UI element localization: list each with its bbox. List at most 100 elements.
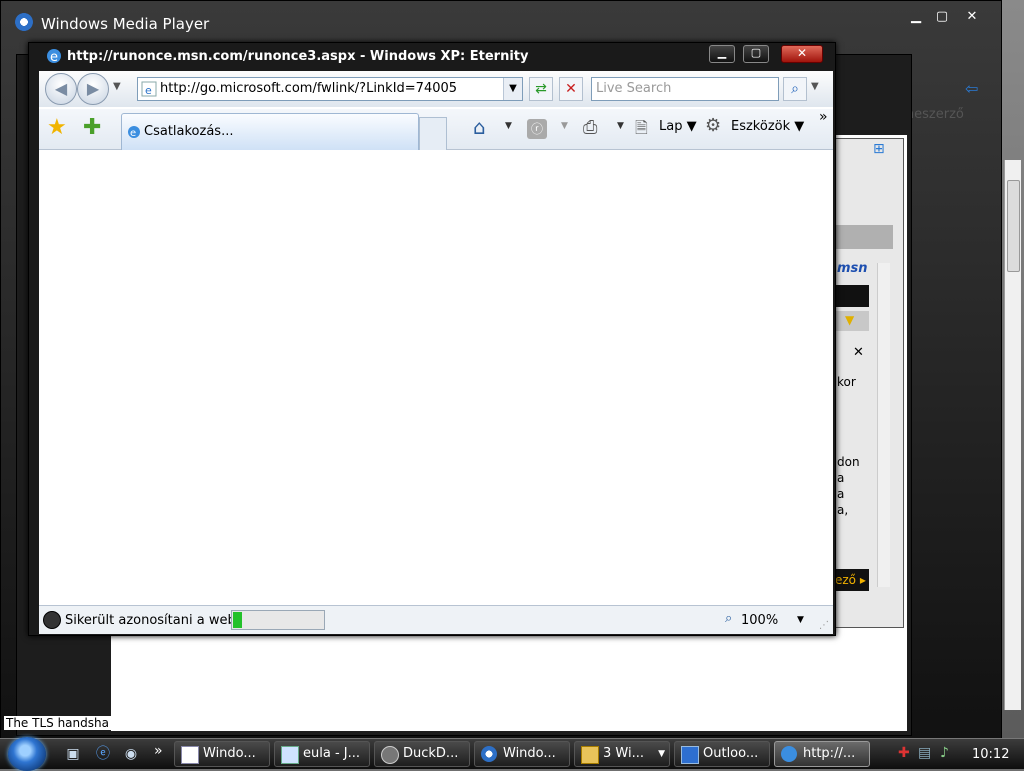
- home-icon[interactable]: ⌂: [473, 115, 486, 139]
- msn-text-line: don: [837, 455, 860, 469]
- feeds-icon[interactable]: ⓡ: [527, 119, 547, 139]
- network-icon[interactable]: ▤: [918, 745, 931, 761]
- media-player-minimize-button[interactable]: ▁: [905, 9, 927, 25]
- resize-grip[interactable]: ⋰: [819, 620, 829, 631]
- zoom-level[interactable]: 100%: [741, 613, 778, 628]
- volume-icon[interactable]: ♪: [940, 745, 949, 761]
- duck-icon: [381, 746, 399, 764]
- page-icon: 🗎: [635, 118, 648, 137]
- clock[interactable]: 10:12: [972, 747, 1009, 762]
- scrollbar-thumb[interactable]: [1007, 180, 1020, 272]
- media-player-close-button[interactable]: ✕: [961, 9, 983, 25]
- home-dropdown-icon[interactable]: ▼: [505, 121, 512, 131]
- quicklaunch-chevron-icon[interactable]: »: [154, 743, 163, 759]
- search-options-dropdown-icon[interactable]: ▼: [811, 81, 819, 92]
- tab-current[interactable]: e Csatlakozás...: [121, 113, 419, 150]
- window-icon: [181, 746, 199, 764]
- taskbar-button-label: eula - J...: [303, 746, 361, 761]
- taskbar-button-label: Outloo...: [703, 746, 759, 761]
- taskbar-button-folders[interactable]: 3 Wi... ▼: [574, 741, 670, 767]
- taskbar-button-eula[interactable]: eula - J...: [274, 741, 370, 767]
- msn-window: ⊞ msn ▼ ✕ kor don a a a, ező ▸: [828, 138, 904, 628]
- tray-app-icon[interactable]: ✚: [898, 745, 910, 761]
- search-icon[interactable]: ⌕: [783, 77, 807, 101]
- ie-logo-icon: e: [47, 49, 61, 65]
- msn-text-line: kor: [837, 375, 856, 389]
- back-button[interactable]: ◀: [45, 73, 77, 105]
- msn-text-line: a: [837, 471, 845, 485]
- history-dropdown-icon[interactable]: ▼: [113, 81, 121, 92]
- ie-close-button[interactable]: ✕: [781, 45, 823, 63]
- msn-text-line: a: [837, 487, 845, 501]
- taskbar-button-ie[interactable]: http://...: [774, 741, 870, 767]
- ie-quicklaunch-icon[interactable]: ⓔ: [94, 745, 112, 763]
- address-dropdown-icon[interactable]: ▼: [503, 78, 522, 100]
- ie-window: e http://runonce.msn.com/runonce3.aspx -…: [28, 42, 836, 636]
- taskbar: ▣ ⓔ ◉ » Windo... eula - J... DuckD... Wi…: [0, 737, 1024, 771]
- media-player-maximize-button[interactable]: ▢: [931, 9, 953, 25]
- duck-quicklaunch-icon[interactable]: ◉: [122, 745, 140, 763]
- print-dropdown-icon[interactable]: ▼: [617, 121, 624, 131]
- system-tray: ✚ ▤ ♪ 10:12: [892, 741, 1024, 767]
- msn-footer-text: ező: [835, 573, 857, 587]
- msn-text-line: a,: [837, 503, 849, 517]
- taskbar-button-duck[interactable]: DuckD...: [374, 741, 470, 767]
- progress-fill: [233, 612, 242, 628]
- progress-bar: [231, 610, 325, 630]
- ie-minimize-button[interactable]: ▁: [709, 45, 735, 63]
- new-tab-button[interactable]: [419, 117, 447, 150]
- tools-gear-icon: ⚙: [705, 115, 722, 136]
- feeds-dropdown-icon[interactable]: ▼: [561, 121, 568, 131]
- refresh-icon[interactable]: ⇄: [529, 77, 553, 101]
- msn-logo: msn: [837, 261, 868, 276]
- toolbar-chevron-icon[interactable]: »: [819, 109, 828, 125]
- msn-footer-link[interactable]: ező ▸: [835, 569, 869, 591]
- ie-command-bar: ★ ✚ e Csatlakozás... ⌂ ▼ ⓡ ▼ ⎙ ▼ 🗎 Lap ▼…: [39, 109, 833, 150]
- msn-close-icon[interactable]: ✕: [853, 345, 864, 360]
- page-menu[interactable]: Lap ▼: [659, 119, 697, 134]
- show-desktop-icon[interactable]: ▣: [64, 745, 82, 763]
- tls-status-text: The TLS handsha: [4, 716, 111, 730]
- document-icon: [281, 746, 299, 764]
- ie-navigation-bar: ◀ ▶ ▼ e http://go.microsoft.com/fwlink/?…: [39, 71, 833, 107]
- ie-icon: [781, 746, 797, 762]
- ie-status-bar: Sikerült azonosítani a webh ⌕ 100% ▼ ⋰: [39, 605, 833, 634]
- tab-ie-icon: e: [128, 126, 140, 139]
- forward-button[interactable]: ▶: [77, 73, 109, 105]
- taskbar-button-media-player[interactable]: Windo...: [474, 741, 570, 767]
- media-player-logo-icon: [15, 13, 33, 31]
- ie-window-title: http://runonce.msn.com/runonce3.aspx - W…: [67, 49, 529, 64]
- ie-page-content[interactable]: [39, 151, 833, 605]
- msn-scrollbar[interactable]: [877, 263, 890, 587]
- msn-header-bar: [835, 225, 893, 249]
- taskbar-button-label: 3 Wi...: [603, 746, 644, 761]
- taskbar-button-label: Windo...: [203, 746, 256, 761]
- busy-clock-icon: [43, 611, 61, 629]
- taskbar-button-outlook[interactable]: Outloo...: [674, 741, 770, 767]
- address-bar[interactable]: e http://go.microsoft.com/fwlink/?LinkId…: [137, 77, 523, 101]
- ie-maximize-button[interactable]: ▢: [743, 45, 769, 63]
- favorites-star-icon[interactable]: ★: [47, 115, 67, 140]
- search-placeholder: Live Search: [596, 81, 672, 96]
- page-ie-icon: e: [141, 81, 157, 97]
- svg-text:e: e: [145, 84, 152, 97]
- back-arrow-icon[interactable]: ⇦: [965, 79, 978, 98]
- page-menu-label: Lap: [659, 119, 683, 134]
- media-player-scrollbar[interactable]: [1004, 160, 1021, 710]
- print-icon[interactable]: ⎙: [583, 117, 597, 138]
- svg-text:e: e: [130, 128, 136, 139]
- search-input[interactable]: Live Search: [591, 77, 779, 101]
- start-button[interactable]: [8, 737, 46, 771]
- status-text: Sikerült azonosítani a webh: [65, 613, 244, 628]
- taskbar-button-window[interactable]: Windo...: [174, 741, 270, 767]
- tools-menu-label: Eszközök: [731, 119, 791, 134]
- group-dropdown-icon: ▼: [658, 749, 665, 759]
- msn-dropdown-bar[interactable]: ▼: [835, 311, 869, 331]
- zoom-dropdown-icon[interactable]: ▼: [797, 615, 804, 625]
- add-favorites-icon[interactable]: ✚: [83, 115, 101, 140]
- zoom-icon: ⌕: [725, 611, 733, 626]
- svg-text:e: e: [50, 50, 58, 65]
- stop-icon[interactable]: ✕: [559, 77, 583, 101]
- taskbar-button-label: DuckD...: [403, 746, 459, 761]
- tools-menu[interactable]: Eszközök ▼: [731, 119, 804, 134]
